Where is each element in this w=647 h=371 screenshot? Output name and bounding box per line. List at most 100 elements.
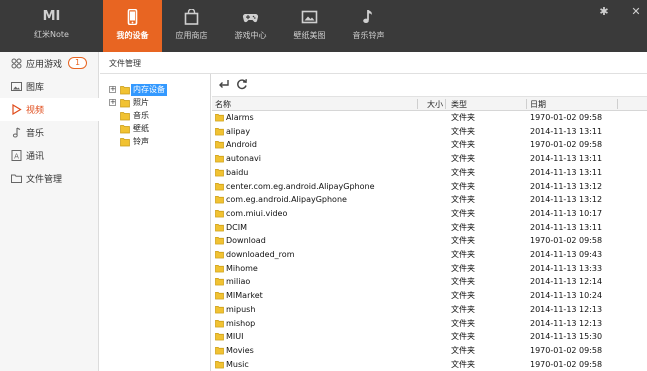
table-row[interactable]: Download 文件夹 1970-01-02 09:58 <box>212 234 647 247</box>
sidebar: 应用游戏 1 图库 视频 音乐 A 通讯 文件管理 <box>0 52 99 371</box>
list-header: 名称 大小 类型 日期 <box>212 96 647 111</box>
folder-icon <box>215 168 224 177</box>
tree-node-ringtones[interactable]: 铃声 <box>120 136 209 148</box>
tab-my-device[interactable]: 我的设备 <box>103 0 162 52</box>
file-type: 文件夹 <box>451 113 475 122</box>
table-row[interactable]: mipush 文件夹 2014-11-13 12:13 <box>212 303 647 316</box>
refresh-icon[interactable] <box>235 77 249 91</box>
phone-icon <box>127 9 138 25</box>
top-bar: MI 红米Note 我的设备 应用商店 游戏中心 壁纸美图 音乐铃声 ✱ ✕ <box>0 0 647 52</box>
folder-icon <box>215 251 224 259</box>
breadcrumb-label: 文件管理 <box>109 59 141 68</box>
file-name: center.com.eg.android.AlipayGphone <box>226 181 375 191</box>
table-row[interactable]: downloaded_rom 文件夹 2014-11-13 09:43 <box>212 248 647 261</box>
tab-music-ringtones[interactable]: 音乐铃声 <box>339 0 398 52</box>
close-icon[interactable]: ✕ <box>630 6 642 18</box>
sidebar-item-gallery[interactable]: 图库 <box>0 75 99 98</box>
folder-icon <box>215 333 224 341</box>
file-date: 2014-11-13 09:43 <box>530 250 603 259</box>
folder-icon <box>215 264 224 273</box>
table-row[interactable]: Android 文件夹 1970-01-02 09:58 <box>212 138 647 151</box>
column-separator[interactable] <box>617 99 618 109</box>
column-header-date[interactable]: 日期 <box>530 99 546 110</box>
table-row[interactable]: Movies 文件夹 1970-01-02 09:58 <box>212 344 647 357</box>
file-name: Mihome <box>226 263 258 273</box>
file-date: 2014-11-13 12:13 <box>530 318 603 328</box>
file-list: Alarms 文件夹 1970-01-02 09:58 alipay 文件夹 2014-1… <box>212 111 647 371</box>
file-date: 2014-11-13 10:24 <box>530 291 603 301</box>
image-icon <box>11 82 22 91</box>
column-separator[interactable] <box>526 99 527 109</box>
file-name: mipush <box>226 304 256 314</box>
file-name: MIMarket <box>226 291 263 301</box>
sidebar-item-video[interactable]: 视频 <box>0 98 99 121</box>
table-row[interactable]: alipay 文件夹 2014-11-13 13:11 <box>212 125 647 138</box>
table-row[interactable]: mishop 文件夹 2014-11-13 12:13 <box>212 317 647 330</box>
folder-icon <box>120 86 130 95</box>
tree-node-music[interactable]: 音乐 <box>120 110 209 122</box>
file-name: autonavi <box>226 154 261 164</box>
expand-toggle[interactable]: + <box>109 99 116 106</box>
column-header-size[interactable]: 大小 <box>427 99 443 110</box>
table-row[interactable]: Mihome 文件夹 2014-11-13 13:33 <box>212 262 647 275</box>
folder-icon <box>120 112 130 121</box>
column-separator[interactable] <box>445 99 446 109</box>
file-name: miliao <box>226 277 251 287</box>
folder-icon <box>215 155 224 163</box>
tree-node-label: 铃声 <box>133 137 149 146</box>
sidebar-item-music[interactable]: 音乐 <box>0 121 99 144</box>
table-row[interactable]: autonavi 文件夹 2014-11-13 13:11 <box>212 152 647 165</box>
expand-toggle[interactable]: + <box>109 86 116 93</box>
back-arrow-icon[interactable] <box>217 77 231 91</box>
apps-icon <box>11 58 22 69</box>
folder-icon <box>215 223 224 232</box>
picture-icon <box>301 10 318 24</box>
mi-logo: MI <box>42 9 61 24</box>
tab-app-store[interactable]: 应用商店 <box>162 0 221 52</box>
table-row[interactable]: MIMarket 文件夹 2014-11-13 10:24 <box>212 289 647 302</box>
tab-game-center[interactable]: 游戏中心 <box>221 0 280 52</box>
file-type: 文件夹 <box>451 304 475 314</box>
tab-label: 音乐铃声 <box>352 31 385 40</box>
file-name: downloaded_rom <box>226 250 295 259</box>
file-date: 2014-11-13 12:13 <box>530 304 603 314</box>
music-icon <box>12 127 21 138</box>
folder-icon <box>120 99 130 108</box>
settings-icon[interactable]: ✱ <box>598 6 610 18</box>
table-row[interactable]: MIUI 文件夹 2014-11-13 15:30 <box>212 330 647 343</box>
device-brand[interactable]: MI 红米Note <box>0 0 103 52</box>
table-row[interactable]: baidu 文件夹 2014-11-13 13:11 <box>212 166 647 179</box>
file-date: 2014-11-13 15:30 <box>530 332 603 342</box>
tab-label: 我的设备 <box>116 31 149 40</box>
column-separator[interactable] <box>417 99 418 109</box>
tree-node-photos[interactable]: + 照片 <box>109 97 209 109</box>
folder-icon <box>215 182 224 190</box>
table-row[interactable]: DCIM 文件夹 2014-11-13 13:11 <box>212 221 647 234</box>
table-row[interactable]: miliao 文件夹 2014-11-13 12:14 <box>212 275 647 288</box>
sidebar-item-apps[interactable]: 应用游戏 1 <box>0 52 99 75</box>
sidebar-item-file-manager[interactable]: 文件管理 <box>0 167 99 190</box>
tree-node-wallpaper[interactable]: 壁纸 <box>120 123 209 135</box>
file-date: 2014-11-13 13:33 <box>530 263 603 273</box>
table-row[interactable]: com.miui.video 文件夹 2014-11-13 10:17 <box>212 207 647 220</box>
folder-icon <box>120 138 130 147</box>
folder-tree: + 内存设备 + 照片 音乐 壁纸 铃声 <box>100 74 211 371</box>
column-header-type[interactable]: 类型 <box>451 99 467 110</box>
play-icon <box>12 104 22 115</box>
file-date: 2014-11-13 12:14 <box>530 277 603 287</box>
folder-icon <box>215 292 224 300</box>
folder-icon <box>215 127 224 136</box>
table-row[interactable]: Alarms 文件夹 1970-01-02 09:58 <box>212 111 647 124</box>
folder-icon <box>120 125 130 134</box>
table-row[interactable]: center.com.eg.android.AlipayGphone 文件夹 201… <box>212 180 647 193</box>
table-row[interactable]: Music 文件夹 1970-01-02 09:58 <box>212 358 647 371</box>
table-row[interactable]: com.eg.android.AlipayGphone 文件夹 2014-11-13… <box>212 193 647 206</box>
column-header-name[interactable]: 名称 <box>215 99 231 110</box>
tab-wallpaper[interactable]: 壁纸美图 <box>280 0 339 52</box>
tab-label: 应用商店 <box>175 31 208 40</box>
file-name: alipay <box>226 126 251 136</box>
tree-node-internal-storage[interactable]: + 内存设备 <box>109 84 209 96</box>
file-date: 1970-01-02 09:58 <box>530 236 603 246</box>
file-date: 2014-11-13 10:17 <box>530 208 603 218</box>
sidebar-item-contacts[interactable]: A 通讯 <box>0 144 99 167</box>
